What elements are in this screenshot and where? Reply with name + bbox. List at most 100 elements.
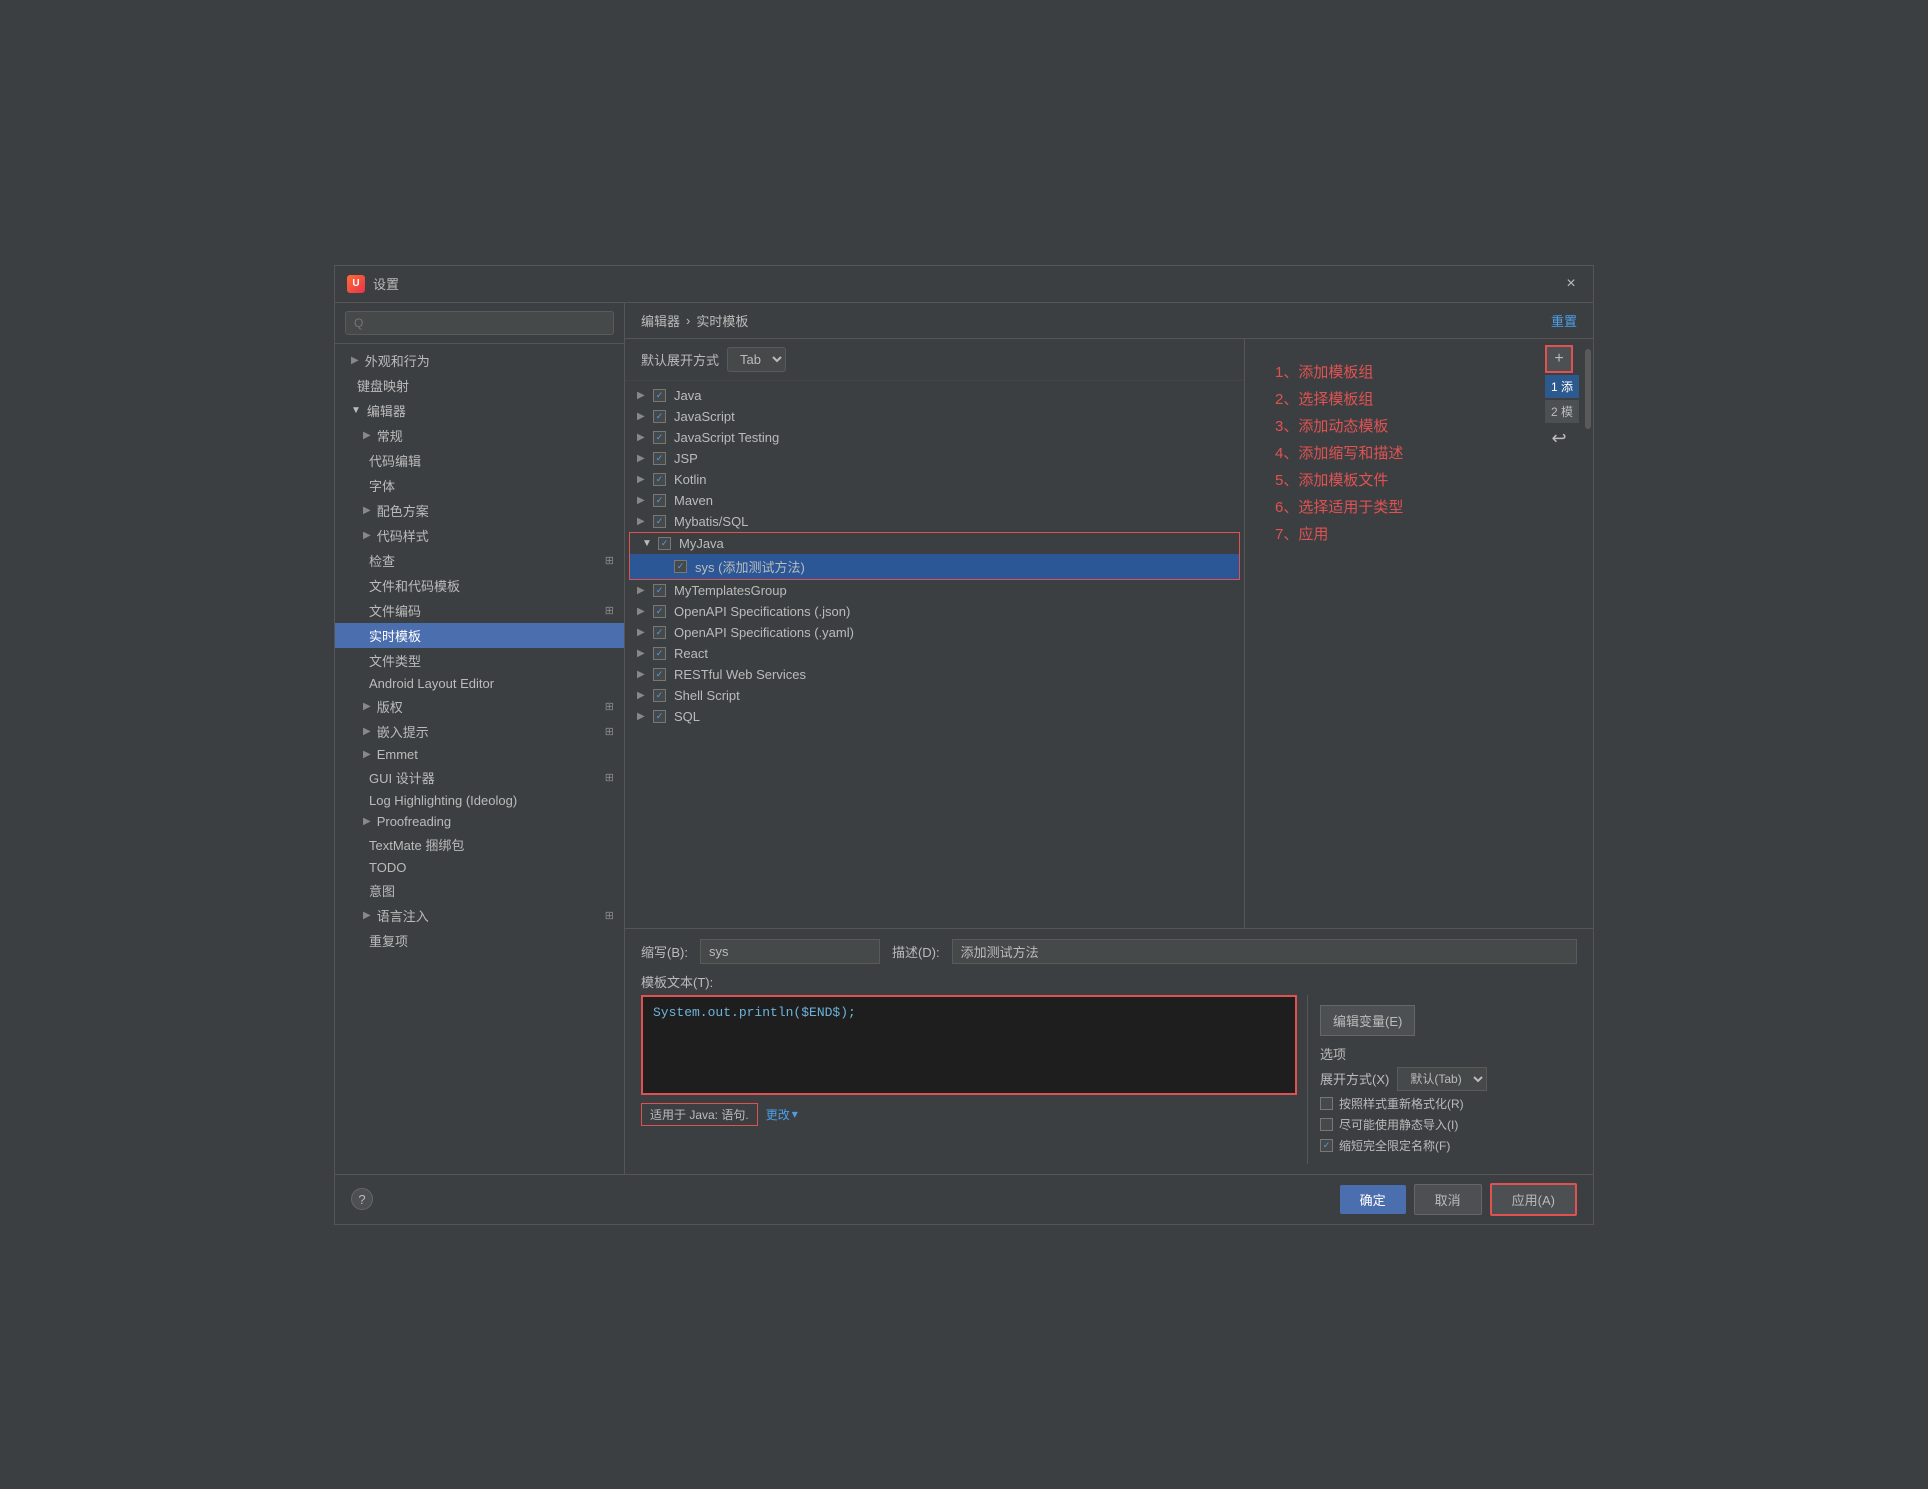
dialog-body: ▶ 外观和行为 键盘映射 ▼ 编辑器 ▶ 常规 代码编辑 [335,303,1593,1174]
sidebar-item-android-layout[interactable]: Android Layout Editor [335,673,624,694]
checkbox-icon[interactable]: ✓ [653,605,666,618]
sidebar-item-textmate[interactable]: TextMate 捆绑包 [335,832,624,857]
close-button[interactable]: × [1561,274,1581,294]
checkbox-icon[interactable]: ✓ [653,515,666,528]
list-item[interactable]: ▶ ✓ JavaScript [625,406,1244,427]
checkbox-icon[interactable]: ✓ [653,647,666,660]
sidebar-item-inlay-hints[interactable]: ▶ 嵌入提示 ⊞ [335,719,624,744]
confirm-button[interactable]: 确定 [1340,1185,1406,1214]
list-item-myjava[interactable]: ▼ ✓ MyJava [630,533,1239,554]
list-item[interactable]: ▶ ✓ RESTful Web Services [625,664,1244,685]
list-item[interactable]: ▶ ✓ Kotlin [625,469,1244,490]
toolbar-menu-item-2[interactable]: 2 模 [1545,400,1579,423]
sidebar-item-general[interactable]: ▶ 常规 [335,423,624,448]
undo-button[interactable]: ↩ [1545,425,1573,453]
sidebar-item-label: Android Layout Editor [369,676,614,691]
static-import-row: 尽可能使用静态导入(I) [1320,1116,1565,1133]
list-item[interactable]: ▶ ✓ Mybatis/SQL [625,511,1244,532]
sidebar-item-label: 代码样式 [377,526,614,545]
desc-input[interactable] [952,939,1577,964]
sidebar-item-todo[interactable]: TODO [335,857,624,878]
applicable-badge[interactable]: 适用于 Java: 语句. [641,1103,758,1126]
checkbox-icon[interactable]: ✓ [658,537,671,550]
apply-button[interactable]: 应用(A) [1490,1183,1577,1216]
sidebar-item-inspection[interactable]: 检查 ⊞ [335,548,624,573]
checkbox-icon[interactable]: ✓ [653,689,666,702]
checkbox-icon[interactable]: ✓ [653,584,666,597]
sidebar-item-font[interactable]: 字体 [335,473,624,498]
checkbox-icon[interactable]: ✓ [653,473,666,486]
arrow-icon: ▶ [637,711,649,722]
checkbox-icon[interactable]: ✓ [653,668,666,681]
checkbox-icon[interactable]: ✓ [674,560,687,573]
template-editor[interactable]: System.out.println($END$); [641,995,1297,1095]
checkbox-icon[interactable]: ✓ [653,410,666,423]
list-item[interactable]: ▶ ✓ MyTemplatesGroup [625,580,1244,601]
checkbox-icon[interactable]: ✓ [653,431,666,444]
sidebar-item-proofreading[interactable]: ▶ Proofreading [335,811,624,832]
sidebar-item-color-scheme[interactable]: ▶ 配色方案 [335,498,624,523]
sidebar-item-code-style[interactable]: ▶ 代码样式 [335,523,624,548]
checkbox-icon[interactable]: ✓ [653,452,666,465]
shorten-fqn-checkbox[interactable]: ✓ [1320,1139,1333,1152]
list-item-sys[interactable]: ✓ sys (添加测试方法) [630,554,1239,579]
sidebar-item-intention[interactable]: 意图 [335,878,624,903]
sidebar-item-reset-items[interactable]: 重复项 [335,928,624,953]
expand-select[interactable]: Tab [727,347,786,372]
arrow-icon: ▶ [637,495,649,506]
sidebar-item-label: 字体 [369,476,614,495]
add-button[interactable]: + [1545,345,1573,373]
cancel-button[interactable]: 取消 [1414,1184,1482,1215]
sidebar-item-file-types[interactable]: 文件类型 [335,648,624,673]
reset-button[interactable]: 重置 [1551,311,1577,330]
sidebar-item-appearance[interactable]: ▶ 外观和行为 [335,348,624,373]
help-button[interactable]: ? [351,1188,373,1210]
sidebar-item-file-encoding[interactable]: 文件编码 ⊞ [335,598,624,623]
expand-mode-select[interactable]: 默认(Tab) [1397,1067,1487,1091]
list-item[interactable]: ▶ ✓ JavaScript Testing [625,427,1244,448]
list-item[interactable]: ▶ ✓ Shell Script [625,685,1244,706]
breadcrumb: 编辑器 › 实时模板 [641,311,748,330]
checkbox-icon[interactable]: ✓ [653,389,666,402]
checkbox-icon[interactable]: ✓ [653,494,666,507]
arrow-icon: ▶ [637,390,649,401]
search-input[interactable] [345,311,614,335]
sidebar-item-label: 实时模板 [369,626,614,645]
abbr-input[interactable] [700,939,880,964]
sidebar-item-code-edit[interactable]: 代码编辑 [335,448,624,473]
toolbar-menu-item-1[interactable]: 1 添 [1545,375,1579,398]
list-item[interactable]: ▶ ✓ Maven [625,490,1244,511]
static-import-checkbox[interactable] [1320,1118,1333,1131]
list-item[interactable]: ▶ ✓ Java [625,385,1244,406]
sidebar-item-keymap[interactable]: 键盘映射 [335,373,624,398]
sidebar-item-editor[interactable]: ▼ 编辑器 [335,398,624,423]
group-label: OpenAPI Specifications (.json) [674,604,850,619]
sidebar-item-emmet[interactable]: ▶ Emmet [335,744,624,765]
list-item[interactable]: ▶ ✓ JSP [625,448,1244,469]
arrow-icon: ▶ [637,411,649,422]
list-item[interactable]: ▶ ✓ React [625,643,1244,664]
sidebar-item-lang-injection[interactable]: ▶ 语言注入 ⊞ [335,903,624,928]
reformat-checkbox[interactable] [1320,1097,1333,1110]
group-label: JavaScript Testing [674,430,779,445]
options-panel: 编辑变量(E) 选项 展开方式(X) 默认(Tab) 按照样式重新格式化(R) [1307,995,1577,1164]
sidebar-item-label: 外观和行为 [365,351,614,370]
sidebar-item-label: 文件和代码模板 [369,576,614,595]
checkbox-icon[interactable]: ✓ [653,626,666,639]
sidebar-item-label: Proofreading [377,814,614,829]
sidebar-item-live-templates[interactable]: 实时模板 [335,623,624,648]
sidebar-item-file-templates[interactable]: 文件和代码模板 [335,573,624,598]
arrow-icon: ▶ [637,585,649,596]
list-item[interactable]: ▶ ✓ SQL [625,706,1244,727]
sidebar-item-log-highlighting[interactable]: Log Highlighting (Ideolog) [335,790,624,811]
checkbox-icon[interactable]: ✓ [653,710,666,723]
edit-variables-button[interactable]: 编辑变量(E) [1320,1005,1415,1036]
sidebar-item-gui-designer[interactable]: GUI 设计器 ⊞ [335,765,624,790]
sidebar-item-label: 嵌入提示 [377,722,601,741]
change-link[interactable]: 更改 ▾ [766,1106,798,1123]
list-item[interactable]: ▶ ✓ OpenAPI Specifications (.yaml) [625,622,1244,643]
list-item[interactable]: ▶ ✓ OpenAPI Specifications (.json) [625,601,1244,622]
scrollbar[interactable] [1583,339,1593,928]
sidebar-item-copyright[interactable]: ▶ 版权 ⊞ [335,694,624,719]
arrow-icon: ▶ [637,516,649,527]
